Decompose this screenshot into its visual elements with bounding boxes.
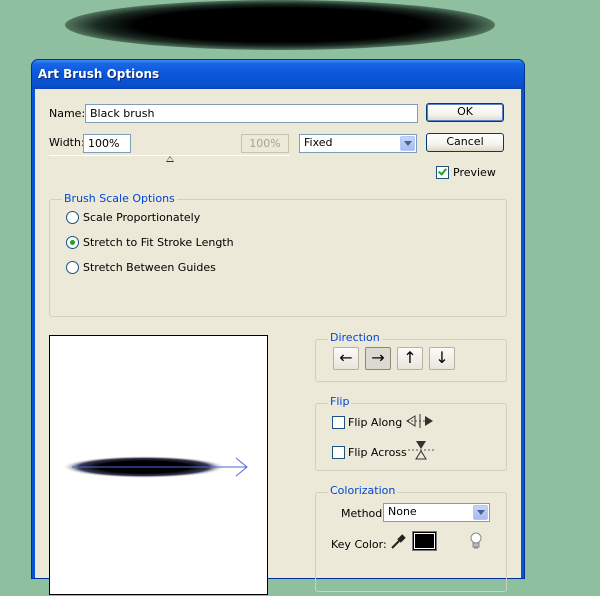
direction-title: Direction xyxy=(328,331,382,344)
stretch-to-fit-label: Stretch to Fit Stroke Length xyxy=(83,236,234,249)
flip-along-checkbox[interactable] xyxy=(332,416,345,429)
width-mode-value: Fixed xyxy=(304,136,333,149)
method-label: Method: xyxy=(341,507,386,520)
width-slider-thumb[interactable] xyxy=(165,156,174,162)
scale-proportionately-label: Scale Proportionately xyxy=(83,211,201,224)
lightbulb-icon[interactable] xyxy=(469,532,483,550)
ok-button[interactable]: OK xyxy=(426,103,504,122)
arrow-up-icon: ↑ xyxy=(403,348,417,367)
preview-label: Preview xyxy=(453,166,496,179)
arrow-right-icon: → xyxy=(371,348,385,367)
dialog-title: Art Brush Options xyxy=(38,67,160,81)
brush-stroke-artwork xyxy=(65,0,495,50)
key-color-label: Key Color: xyxy=(331,538,387,551)
brush-preview-area xyxy=(49,335,268,595)
eyedropper-icon[interactable] xyxy=(389,533,407,551)
name-label: Name: xyxy=(49,107,86,120)
radio-stretch-to-fit[interactable] xyxy=(66,236,79,249)
radio-scale-proportionately[interactable] xyxy=(66,211,79,224)
flip-across-icon xyxy=(408,441,434,460)
title-bar[interactable]: Art Brush Options xyxy=(32,60,524,89)
flip-across-label: Flip Across xyxy=(348,446,407,459)
dialog-body: Name: Black brush OK Cancel Width: 100% … xyxy=(35,89,521,595)
direction-right-button[interactable]: → xyxy=(365,347,391,370)
direction-up-button[interactable]: ↑ xyxy=(397,347,423,370)
preview-checkbox[interactable] xyxy=(436,166,449,179)
key-color-fill xyxy=(414,533,435,549)
width-label: Width: xyxy=(49,136,85,149)
variation-input: 100% xyxy=(241,134,289,153)
method-value: None xyxy=(388,505,417,518)
flip-along-label: Flip Along xyxy=(348,416,403,429)
flip-title: Flip xyxy=(328,395,352,408)
stretch-between-guides-label: Stretch Between Guides xyxy=(83,261,216,274)
width-input[interactable]: 100% xyxy=(83,134,131,153)
flip-along-icon xyxy=(406,414,433,428)
cancel-button[interactable]: Cancel xyxy=(426,133,504,152)
method-select[interactable]: None xyxy=(383,503,490,522)
flip-across-checkbox[interactable] xyxy=(332,446,345,459)
arrow-down-icon: ↓ xyxy=(435,348,449,367)
chevron-down-icon[interactable] xyxy=(400,136,415,151)
direction-left-button[interactable]: ← xyxy=(333,347,359,370)
width-mode-select[interactable]: Fixed xyxy=(299,134,417,153)
art-brush-options-dialog: Art Brush Options Name: Black brush OK C… xyxy=(31,59,525,595)
name-input[interactable]: Black brush xyxy=(85,104,418,123)
arrow-left-icon: ← xyxy=(339,348,353,367)
direction-down-button[interactable]: ↓ xyxy=(429,347,455,370)
brush-preview-stroke xyxy=(62,456,248,478)
checkmark-icon xyxy=(438,166,447,176)
radio-selected-dot xyxy=(70,240,75,245)
radio-stretch-between-guides[interactable] xyxy=(66,261,79,274)
key-color-swatch[interactable] xyxy=(412,531,437,551)
chevron-down-icon[interactable] xyxy=(473,505,488,520)
colorization-title: Colorization xyxy=(328,484,398,497)
brush-scale-options-title: Brush Scale Options xyxy=(62,192,177,205)
